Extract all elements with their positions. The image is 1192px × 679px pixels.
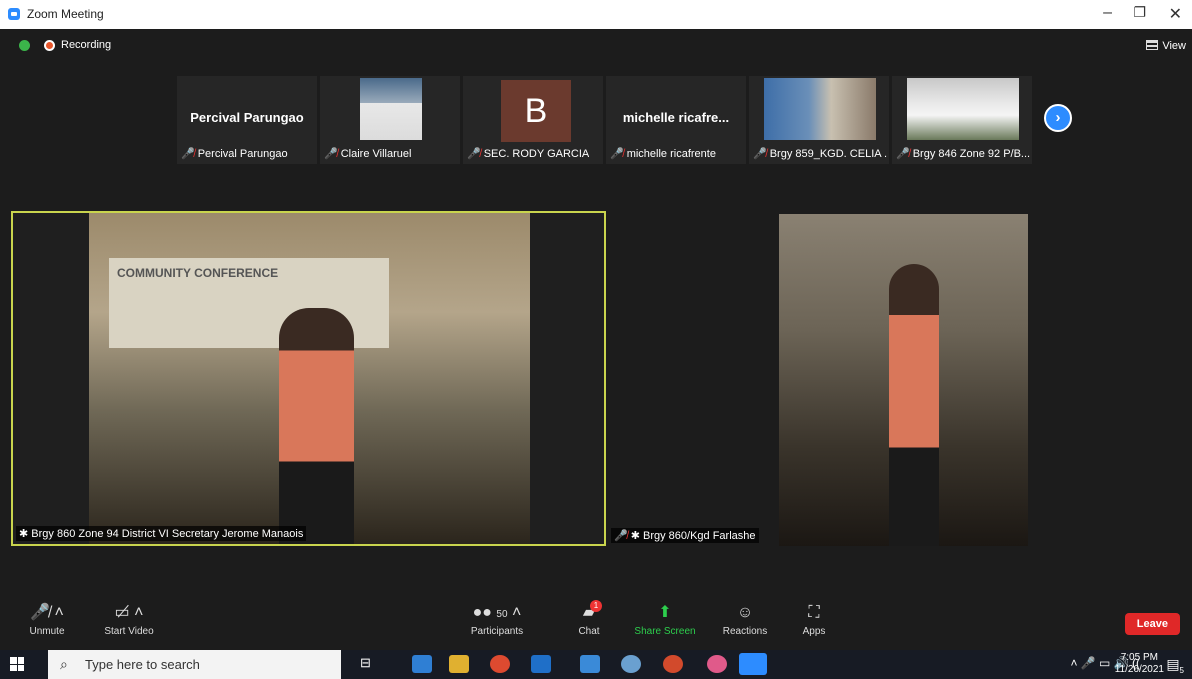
leave-button[interactable]: Leave	[1124, 613, 1180, 635]
chat-button[interactable]: ▰ 1 Chat	[574, 600, 604, 637]
app-icon[interactable]	[580, 655, 600, 673]
powerpoint-icon[interactable]	[663, 655, 683, 673]
participants-button[interactable]: ●● 50 ˄ Participants	[467, 602, 527, 637]
view-button[interactable]: View	[1146, 40, 1186, 52]
participant-thumb[interactable]: michelle ricafre... 🎤̸ michelle ricafrent…	[606, 76, 746, 164]
shield-icon[interactable]	[19, 39, 30, 51]
zoom-taskbar-icon[interactable]	[739, 653, 767, 675]
participant-video[interactable]	[779, 214, 1028, 546]
clock-time: 7:05 PM	[1120, 652, 1158, 663]
view-label: View	[1162, 40, 1186, 52]
app-icon[interactable]	[412, 655, 432, 673]
participant-name-label: 🎤̸ SEC. RODY GARCIA	[467, 148, 590, 160]
chrome-icon[interactable]	[490, 655, 510, 673]
record-icon	[44, 39, 55, 51]
participant-display-name: michelle ricafre...	[622, 110, 730, 125]
close-icon[interactable]: ✕	[1169, 4, 1182, 24]
participant-avatar: B	[501, 80, 571, 142]
clock-date: 11/26/2021	[1114, 664, 1164, 675]
participant-name-label: 🎤̸ Percival Parungao	[181, 148, 288, 160]
speaker-name-label: ✱ Brgy 860 Zone 94 District VI Secretary…	[16, 526, 307, 541]
participant-thumb[interactable]: B 🎤̸ SEC. RODY GARCIA	[463, 76, 603, 164]
mic-muted-icon: 🎤̸	[753, 148, 767, 160]
search-icon: ⌕	[60, 656, 68, 672]
title-bar: Zoom Meeting – ❐ ✕	[0, 0, 1192, 29]
next-page-button[interactable]: ›	[1044, 104, 1072, 132]
participant-video-label: 🎤̸ ✱ Brgy 860/Kgd Farlashe	[611, 528, 759, 543]
paint-icon[interactable]	[621, 655, 641, 673]
speaker-video-feed: COMMUNITY CONFERENCE	[89, 213, 530, 544]
outlook-icon[interactable]	[531, 655, 551, 673]
participant-name-label: 🎤̸ Claire Villaruel	[324, 148, 412, 160]
share-screen-button[interactable]: ⬆ Share Screen	[633, 602, 697, 637]
participant-thumb[interactable]: 🎤̸ Brgy 846 Zone 92 P/B...	[892, 76, 1032, 164]
mic-muted-icon: 🎤̸	[467, 148, 481, 160]
speaker-figure	[279, 308, 354, 544]
grid-icon	[1146, 40, 1159, 50]
meeting-stage: Recording View Percival Parungao 🎤̸ Perci…	[0, 29, 1192, 650]
participant-figure	[889, 264, 939, 546]
participant-strip: Percival Parungao 🎤̸ Percival Parungao 🎤̸…	[177, 76, 1032, 164]
apps-icon: ⛶	[808, 604, 820, 621]
apps-button[interactable]: ⛶ Apps	[799, 602, 829, 637]
windows-taskbar: ⌕ Type here to search ⊟ ˄ 🎤 ▭ 🔊 (( 7:05 …	[0, 650, 1192, 679]
restore-icon[interactable]: ❐	[1133, 4, 1146, 21]
windows-start-icon[interactable]	[10, 657, 24, 671]
participant-photo	[764, 78, 876, 140]
participant-name-label: 🎤̸ michelle ricafrente	[610, 148, 716, 160]
start-video-button[interactable]: ▭̸ ˄ Start Video	[100, 602, 158, 637]
participants-icon: ●● 50 ˄	[472, 604, 522, 621]
participant-display-name: Percival Parungao	[190, 110, 304, 125]
participant-name-label: 🎤̸ Brgy 846 Zone 92 P/B...	[896, 148, 1030, 160]
participant-name-label: 🎤̸ Brgy 859_KGD. CELIA ...	[753, 148, 887, 160]
chrome-profile-icon[interactable]	[707, 655, 727, 673]
unmute-button[interactable]: 🎤̸ ˄ Unmute	[24, 602, 70, 637]
clock[interactable]: 7:05 PM 11/26/2021	[1115, 652, 1164, 676]
mic-muted-icon: 🎤̸	[614, 530, 628, 542]
notification-icon[interactable]: ▤5	[1166, 656, 1184, 675]
participant-thumb[interactable]: Percival Parungao 🎤̸ Percival Parungao	[177, 76, 317, 164]
mic-muted-icon: 🎤̸	[181, 148, 195, 160]
recording-indicator[interactable]: Recording	[19, 39, 111, 51]
file-explorer-icon[interactable]	[449, 655, 469, 673]
mic-muted-icon: 🎤̸	[610, 148, 624, 160]
participant-thumb[interactable]: 🎤̸ Claire Villaruel	[320, 76, 460, 164]
taskbar-search-box[interactable]: ⌕ Type here to search	[48, 650, 341, 679]
chat-badge: 1	[590, 600, 602, 612]
task-view-icon[interactable]: ⊟	[360, 655, 380, 673]
smiley-icon: ☺	[736, 604, 754, 621]
chat-icon: ▰ 1	[574, 600, 604, 624]
search-placeholder: Type here to search	[85, 657, 200, 672]
meeting-controls: 🎤̸ ˄ Unmute ▭̸ ˄ Start Video ●● 50 ˄ Par…	[0, 600, 1192, 650]
mic-muted-icon: 🎤̸	[324, 148, 338, 160]
video-off-icon: ▭̸ ˄	[114, 604, 144, 621]
minimize-icon[interactable]: –	[1103, 4, 1112, 22]
reactions-button[interactable]: ☺ Reactions	[720, 602, 770, 637]
participant-photo	[360, 78, 422, 140]
zoom-icon	[8, 8, 20, 20]
window-title: Zoom Meeting	[27, 7, 104, 21]
pin-icon: ✱	[19, 528, 32, 540]
recording-label: Recording	[61, 39, 112, 51]
pin-icon: ✱	[630, 530, 643, 542]
active-speaker-video[interactable]: COMMUNITY CONFERENCE ✱ Brgy 860 Zone 94 …	[11, 211, 606, 546]
participant-photo	[907, 78, 1019, 140]
participant-thumb[interactable]: 🎤̸ Brgy 859_KGD. CELIA ...	[749, 76, 889, 164]
share-screen-icon: ⬆	[658, 604, 672, 621]
mic-off-icon: 🎤̸ ˄	[30, 604, 64, 621]
mic-muted-icon: 🎤̸	[896, 148, 910, 160]
